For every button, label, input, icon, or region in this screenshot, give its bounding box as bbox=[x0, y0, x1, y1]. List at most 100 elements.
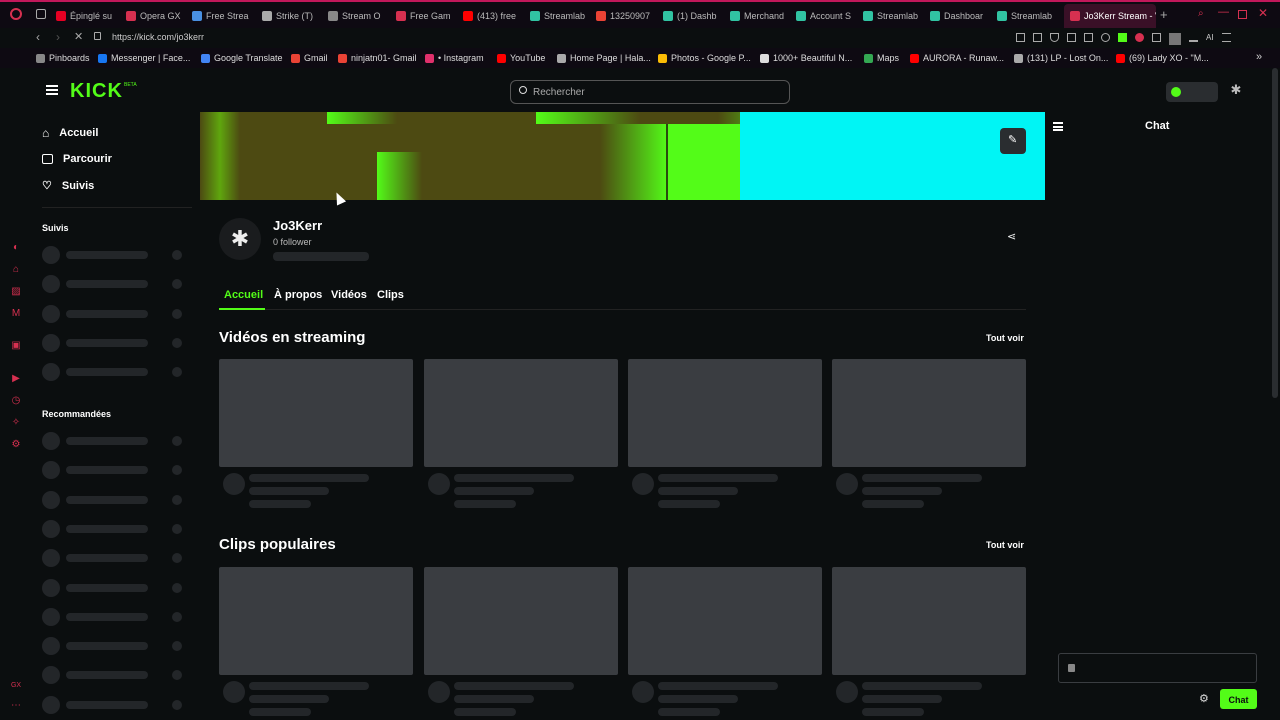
page-scrollbar[interactable] bbox=[1272, 68, 1278, 398]
browser-tab[interactable]: Strike (T) bbox=[262, 4, 326, 28]
edit-banner-button[interactable]: ✎ bbox=[1000, 128, 1026, 154]
extensions-icon[interactable]: ✧ bbox=[10, 417, 22, 429]
bookmark-item[interactable]: Photos - Google P... bbox=[658, 53, 751, 63]
new-tab-icon[interactable]: + bbox=[1160, 7, 1168, 22]
bookmark-item[interactable]: Pinboards bbox=[36, 53, 90, 63]
video-card-placeholder[interactable] bbox=[832, 567, 1026, 675]
bookmark-item[interactable]: Gmail bbox=[291, 53, 328, 63]
back-icon[interactable]: ‹ bbox=[36, 30, 40, 44]
browser-tab[interactable]: Account S bbox=[796, 4, 860, 28]
collapse-chat-icon[interactable] bbox=[1053, 122, 1063, 131]
browser-tab[interactable]: Stream O bbox=[328, 4, 392, 28]
loading-icon[interactable]: ✕ bbox=[74, 30, 83, 43]
browser-tab[interactable]: Opera GX bbox=[126, 4, 190, 28]
browser-tab[interactable]: Free Strea bbox=[192, 4, 256, 28]
bookmark-item[interactable]: Maps bbox=[864, 53, 899, 63]
bookmarks-more-icon[interactable]: » bbox=[1256, 51, 1262, 63]
more-icon[interactable]: ⋯ bbox=[10, 700, 22, 712]
opera-gx-logo[interactable] bbox=[10, 8, 22, 20]
see-all-videos-link[interactable]: Tout voir bbox=[986, 333, 1024, 343]
url-field[interactable]: https://kick.com/jo3kerr bbox=[112, 32, 204, 42]
bookmark-item[interactable]: (131) LP - Lost On... bbox=[1014, 53, 1108, 63]
bookmark-item[interactable]: (69) Lady XO - "M... bbox=[1116, 53, 1209, 63]
profile-avatar-icon[interactable] bbox=[1169, 33, 1181, 45]
bookmark-item[interactable]: YouTube bbox=[497, 53, 545, 63]
avatar-placeholder bbox=[42, 432, 60, 450]
tab-accueil[interactable]: Accueil bbox=[224, 289, 263, 301]
tab-label: Dashboar bbox=[944, 11, 984, 21]
video-card-placeholder[interactable] bbox=[832, 359, 1026, 467]
close-window-icon[interactable]: ✕ bbox=[1258, 6, 1268, 20]
browser-tab[interactable]: (1) Dashb bbox=[663, 4, 727, 28]
bookmark-icon[interactable] bbox=[1016, 33, 1025, 42]
browser-tab[interactable]: (413) free bbox=[463, 4, 527, 28]
browser-tab[interactable]: Dashboar bbox=[930, 4, 994, 28]
avatar-placeholder bbox=[223, 473, 245, 495]
video-card-placeholder[interactable] bbox=[219, 359, 413, 467]
twitch-pattern-icon[interactable]: ▨ bbox=[10, 286, 22, 298]
bookmark-item[interactable]: Messenger | Face... bbox=[98, 53, 190, 63]
hamburger-menu-icon[interactable] bbox=[46, 85, 58, 95]
tab-videos[interactable]: Vidéos bbox=[331, 289, 367, 301]
video-card-placeholder[interactable] bbox=[219, 567, 413, 675]
player-icon[interactable]: ▶ bbox=[10, 373, 22, 385]
tab-a-propos[interactable]: À propos bbox=[274, 289, 322, 301]
user-balance-pill[interactable] bbox=[1166, 82, 1218, 102]
maximize-icon[interactable] bbox=[1238, 10, 1247, 19]
video-card-placeholder[interactable] bbox=[628, 359, 822, 467]
aria-ai-icon[interactable]: AI bbox=[1206, 33, 1214, 45]
menu-icon[interactable] bbox=[1221, 33, 1231, 42]
gmail-icon[interactable]: M bbox=[10, 308, 22, 320]
extension-puzzle-icon[interactable] bbox=[1152, 33, 1161, 42]
bookmark-item[interactable]: ninjatn01- Gmail bbox=[338, 53, 417, 63]
settings-icon[interactable]: ⚙ bbox=[10, 439, 22, 451]
browser-tab[interactable]: Streamlab bbox=[997, 4, 1061, 28]
browser-tab[interactable]: Épinglé su bbox=[56, 4, 120, 28]
bookmark-item[interactable]: Home Page | Hala... bbox=[557, 53, 651, 63]
nav-parcourir[interactable]: Parcourir bbox=[42, 153, 112, 165]
see-all-clips-link[interactable]: Tout voir bbox=[986, 540, 1024, 550]
browser-tab[interactable]: Streamlab bbox=[863, 4, 927, 28]
chat-settings-icon[interactable]: ⚙ bbox=[1199, 692, 1209, 705]
video-card-placeholder[interactable] bbox=[628, 567, 822, 675]
extension-green-icon[interactable] bbox=[1118, 33, 1127, 42]
forward-icon[interactable]: › bbox=[56, 30, 60, 44]
history-icon[interactable]: ◷ bbox=[10, 395, 22, 407]
chat-input[interactable] bbox=[1058, 653, 1257, 683]
shield-icon[interactable] bbox=[1050, 33, 1059, 42]
chat-send-button[interactable]: Chat bbox=[1220, 689, 1257, 709]
play-icon[interactable] bbox=[1084, 33, 1093, 42]
tab-label: Jo3Kerr Stream - V bbox=[1084, 11, 1156, 21]
workspaces-icon[interactable] bbox=[36, 9, 46, 19]
browser-tab[interactable]: 13250907 bbox=[596, 4, 660, 28]
search-box[interactable]: Rechercher bbox=[510, 80, 790, 104]
share-icon[interactable]: ⋖ bbox=[1007, 230, 1016, 243]
gx-corner-icon[interactable]: ⌂ bbox=[10, 264, 22, 276]
download-icon[interactable] bbox=[1189, 33, 1198, 42]
bookmark-item[interactable]: • Instagram bbox=[425, 53, 484, 63]
kick-logo[interactable]: KICK bbox=[70, 80, 123, 103]
channel-avatar[interactable]: ✱ bbox=[219, 218, 261, 260]
video-card-placeholder[interactable] bbox=[424, 359, 618, 467]
bookmark-item[interactable]: 1000+ Beautiful N... bbox=[760, 53, 852, 63]
heart-icon[interactable] bbox=[1101, 33, 1110, 42]
twitch-icon[interactable]: ▣ bbox=[10, 340, 22, 352]
gx-logo-icon[interactable]: GX bbox=[10, 680, 22, 692]
browser-tab[interactable]: Streamlab bbox=[530, 4, 594, 28]
browser-tab[interactable]: Jo3Kerr Stream - V bbox=[1064, 4, 1156, 28]
browser-tab[interactable]: Merchand bbox=[730, 4, 794, 28]
translate-icon[interactable] bbox=[1067, 33, 1076, 42]
video-card-placeholder[interactable] bbox=[424, 567, 618, 675]
bookmark-item[interactable]: Google Translate bbox=[201, 53, 283, 63]
speed-dial-icon[interactable]: ◐ bbox=[10, 242, 22, 254]
tab-clips[interactable]: Clips bbox=[377, 289, 404, 301]
nav-suivis[interactable]: ♡ Suivis bbox=[42, 179, 94, 193]
search-tabs-icon[interactable]: ⌕ bbox=[1198, 8, 1204, 19]
browser-tab[interactable]: Free Gam bbox=[396, 4, 460, 28]
nav-accueil[interactable]: ⌂ Accueil bbox=[42, 126, 98, 140]
snapshot-icon[interactable] bbox=[1033, 33, 1042, 42]
bookmark-item[interactable]: AURORA - Runaw... bbox=[910, 53, 1004, 63]
extension-red-icon[interactable] bbox=[1135, 33, 1144, 42]
user-avatar[interactable]: ✱ bbox=[1228, 82, 1244, 100]
minimize-icon[interactable]: — bbox=[1218, 6, 1229, 18]
